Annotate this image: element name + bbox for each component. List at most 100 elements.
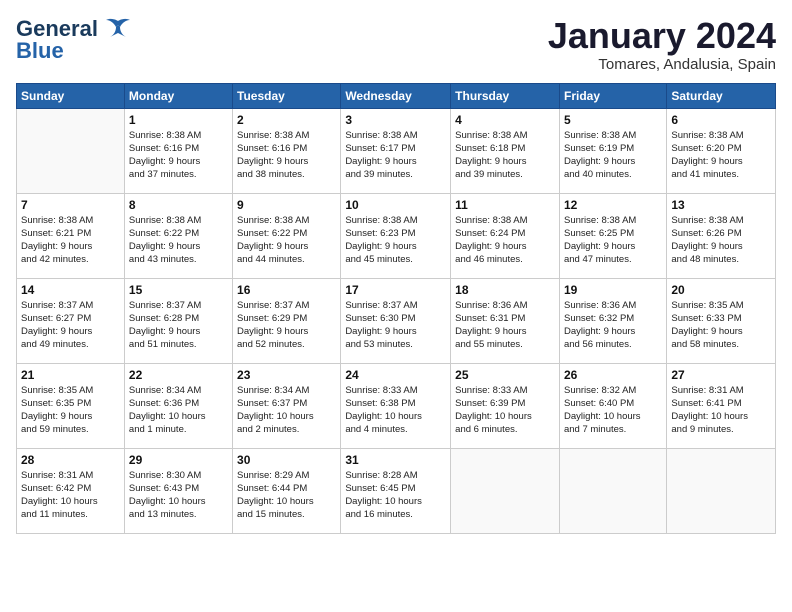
day-number: 23: [237, 368, 336, 382]
day-info: Sunrise: 8:33 AMSunset: 6:38 PMDaylight:…: [345, 384, 446, 437]
day-number: 28: [21, 453, 120, 467]
day-info: Sunrise: 8:38 AMSunset: 6:24 PMDaylight:…: [455, 214, 555, 267]
calendar-cell-w2-d4: 18Sunrise: 8:36 AMSunset: 6:31 PMDayligh…: [451, 278, 560, 363]
calendar-cell-w2-d1: 15 Sunrise: 8:37 AMSunset: 6:28 PMDayligh…: [124, 278, 232, 363]
day-number: 11: [455, 198, 555, 212]
day-number: 21: [21, 368, 120, 382]
logo-blue-text: Blue: [16, 38, 64, 64]
day-info: Sunrise: 8:33 AMSunset: 6:39 PMDaylight:…: [455, 384, 555, 437]
day-number: 1: [129, 113, 228, 127]
day-info: Sunrise: 8:38 AMSunset: 6:20 PMDaylight:…: [671, 129, 771, 182]
day-info: Sunrise: 8:38 AMSunset: 6:26 PMDaylight:…: [671, 214, 771, 267]
month-title: January 2024: [548, 16, 776, 56]
calendar-cell-w3-d5: 26Sunrise: 8:32 AMSunset: 6:40 PMDayligh…: [559, 363, 666, 448]
calendar-cell-w1-d2: 9 Sunrise: 8:38 AMSunset: 6:22 PMDaylight…: [233, 193, 341, 278]
calendar-cell-w4-d4: [451, 448, 560, 533]
day-info: Sunrise: 8:31 AMSunset: 6:42 PMDaylight:…: [21, 469, 120, 522]
header-sunday: Sunday: [17, 83, 125, 108]
logo-bird-icon: [104, 17, 132, 39]
calendar-cell-w0-d2: 2 Sunrise: 8:38 AMSunset: 6:16 PMDaylight…: [233, 108, 341, 193]
header-friday: Friday: [559, 83, 666, 108]
calendar-cell-w2-d2: 16Sunrise: 8:37 AMSunset: 6:29 PMDayligh…: [233, 278, 341, 363]
calendar-body: 1 Sunrise: 8:38 AMSunset: 6:16 PMDaylight…: [17, 108, 776, 533]
day-info: Sunrise: 8:38 AMSunset: 6:22 PMDaylight:…: [237, 214, 336, 267]
calendar-cell-w2-d0: 14 Sunrise: 8:37 AMSunset: 6:27 PMDayligh…: [17, 278, 125, 363]
day-number: 30: [237, 453, 336, 467]
calendar-cell-w1-d3: 10 Sunrise: 8:38 AMSunset: 6:23 PMDayligh…: [341, 193, 451, 278]
calendar-cell-w1-d5: 12 Sunrise: 8:38 AMSunset: 6:25 PMDayligh…: [559, 193, 666, 278]
day-number: 15: [129, 283, 228, 297]
day-info: Sunrise: 8:38 AMSunset: 6:23 PMDaylight:…: [345, 214, 446, 267]
page: General Blue January 2024 Tomares, Andal…: [0, 0, 792, 612]
calendar-cell-w3-d4: 25 Sunrise: 8:33 AMSunset: 6:39 PMDayligh…: [451, 363, 560, 448]
day-number: 2: [237, 113, 336, 127]
day-number: 13: [671, 198, 771, 212]
day-number: 31: [345, 453, 446, 467]
day-info: Sunrise: 8:38 AMSunset: 6:16 PMDaylight:…: [237, 129, 336, 182]
header: General Blue January 2024 Tomares, Andal…: [16, 16, 776, 73]
day-number: 6: [671, 113, 771, 127]
day-number: 17: [345, 283, 446, 297]
day-number: 22: [129, 368, 228, 382]
logo: General Blue: [16, 16, 132, 64]
day-info: Sunrise: 8:37 AMSunset: 6:27 PMDaylight:…: [21, 299, 120, 352]
calendar-cell-w1-d4: 11 Sunrise: 8:38 AMSunset: 6:24 PMDayligh…: [451, 193, 560, 278]
calendar-cell-w4-d2: 30Sunrise: 8:29 AMSunset: 6:44 PMDayligh…: [233, 448, 341, 533]
day-number: 8: [129, 198, 228, 212]
calendar-cell-w2-d3: 17Sunrise: 8:37 AMSunset: 6:30 PMDayligh…: [341, 278, 451, 363]
day-number: 27: [671, 368, 771, 382]
calendar-cell-w0-d6: 6 Sunrise: 8:38 AMSunset: 6:20 PMDaylight…: [667, 108, 776, 193]
calendar-cell-w1-d6: 13 Sunrise: 8:38 AMSunset: 6:26 PMDayligh…: [667, 193, 776, 278]
calendar-cell-w0-d3: 3 Sunrise: 8:38 AMSunset: 6:17 PMDaylight…: [341, 108, 451, 193]
day-info: Sunrise: 8:38 AMSunset: 6:19 PMDaylight:…: [564, 129, 662, 182]
calendar-cell-w4-d6: [667, 448, 776, 533]
day-number: 20: [671, 283, 771, 297]
calendar-cell-w4-d0: 28 Sunrise: 8:31 AMSunset: 6:42 PMDayligh…: [17, 448, 125, 533]
day-info: Sunrise: 8:36 AMSunset: 6:31 PMDaylight:…: [455, 299, 555, 352]
day-number: 14: [21, 283, 120, 297]
calendar-cell-w0-d1: 1 Sunrise: 8:38 AMSunset: 6:16 PMDaylight…: [124, 108, 232, 193]
location: Tomares, Andalusia, Spain: [548, 56, 776, 73]
calendar-week-4: 28 Sunrise: 8:31 AMSunset: 6:42 PMDayligh…: [17, 448, 776, 533]
day-info: Sunrise: 8:35 AMSunset: 6:33 PMDaylight:…: [671, 299, 771, 352]
calendar-cell-w2-d6: 20 Sunrise: 8:35 AMSunset: 6:33 PMDayligh…: [667, 278, 776, 363]
day-info: Sunrise: 8:28 AMSunset: 6:45 PMDaylight:…: [345, 469, 446, 522]
day-number: 9: [237, 198, 336, 212]
day-info: Sunrise: 8:38 AMSunset: 6:25 PMDaylight:…: [564, 214, 662, 267]
calendar-cell-w0-d4: 4 Sunrise: 8:38 AMSunset: 6:18 PMDaylight…: [451, 108, 560, 193]
title-section: January 2024 Tomares, Andalusia, Spain: [548, 16, 776, 73]
day-info: Sunrise: 8:34 AMSunset: 6:36 PMDaylight:…: [129, 384, 228, 437]
header-monday: Monday: [124, 83, 232, 108]
day-info: Sunrise: 8:30 AMSunset: 6:43 PMDaylight:…: [129, 469, 228, 522]
header-wednesday: Wednesday: [341, 83, 451, 108]
day-number: 29: [129, 453, 228, 467]
header-thursday: Thursday: [451, 83, 560, 108]
calendar-header: Sunday Monday Tuesday Wednesday Thursday…: [17, 83, 776, 108]
calendar-cell-w4-d3: 31 Sunrise: 8:28 AMSunset: 6:45 PMDayligh…: [341, 448, 451, 533]
calendar-cell-w4-d1: 29 Sunrise: 8:30 AMSunset: 6:43 PMDayligh…: [124, 448, 232, 533]
header-tuesday: Tuesday: [233, 83, 341, 108]
day-number: 12: [564, 198, 662, 212]
day-number: 5: [564, 113, 662, 127]
day-info: Sunrise: 8:38 AMSunset: 6:22 PMDaylight:…: [129, 214, 228, 267]
day-number: 25: [455, 368, 555, 382]
calendar-week-3: 21 Sunrise: 8:35 AMSunset: 6:35 PMDayligh…: [17, 363, 776, 448]
day-number: 19: [564, 283, 662, 297]
day-info: Sunrise: 8:32 AMSunset: 6:40 PMDaylight:…: [564, 384, 662, 437]
day-info: Sunrise: 8:31 AMSunset: 6:41 PMDaylight:…: [671, 384, 771, 437]
day-info: Sunrise: 8:35 AMSunset: 6:35 PMDaylight:…: [21, 384, 120, 437]
calendar-cell-w0-d5: 5 Sunrise: 8:38 AMSunset: 6:19 PMDaylight…: [559, 108, 666, 193]
calendar-week-1: 7Sunrise: 8:38 AMSunset: 6:21 PMDaylight…: [17, 193, 776, 278]
day-info: Sunrise: 8:38 AMSunset: 6:21 PMDaylight:…: [21, 214, 120, 267]
day-number: 4: [455, 113, 555, 127]
day-info: Sunrise: 8:38 AMSunset: 6:17 PMDaylight:…: [345, 129, 446, 182]
calendar-cell-w2-d5: 19Sunrise: 8:36 AMSunset: 6:32 PMDayligh…: [559, 278, 666, 363]
day-info: Sunrise: 8:38 AMSunset: 6:16 PMDaylight:…: [129, 129, 228, 182]
calendar-week-2: 14 Sunrise: 8:37 AMSunset: 6:27 PMDayligh…: [17, 278, 776, 363]
day-number: 10: [345, 198, 446, 212]
day-info: Sunrise: 8:37 AMSunset: 6:28 PMDaylight:…: [129, 299, 228, 352]
calendar-cell-w1-d1: 8 Sunrise: 8:38 AMSunset: 6:22 PMDaylight…: [124, 193, 232, 278]
day-number: 3: [345, 113, 446, 127]
calendar-week-0: 1 Sunrise: 8:38 AMSunset: 6:16 PMDaylight…: [17, 108, 776, 193]
day-info: Sunrise: 8:38 AMSunset: 6:18 PMDaylight:…: [455, 129, 555, 182]
